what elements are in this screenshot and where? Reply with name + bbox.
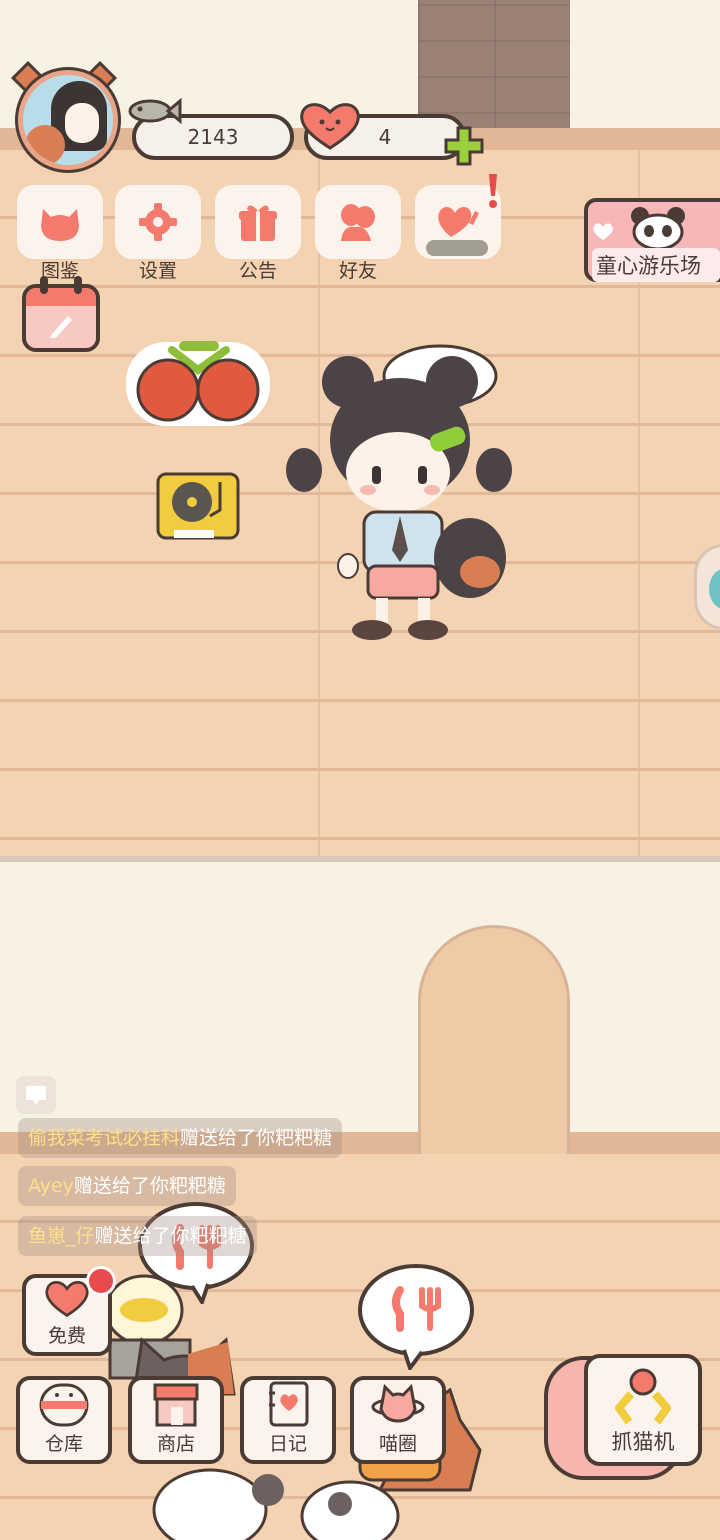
record-player-decoration[interactable] <box>154 470 242 544</box>
free-label: 免费 <box>47 1325 86 1347</box>
bottom-menu-label: 仓库 <box>44 1433 83 1455</box>
bottom-menu-label: 喵圈 <box>378 1433 417 1455</box>
menu-label-placeholder <box>426 240 488 256</box>
gear-icon <box>139 203 177 241</box>
chat-text: 赠送给了你粑粑糖 <box>180 1127 333 1149</box>
menu-friends[interactable]: 好友 <box>318 188 398 283</box>
pencil-icon <box>50 316 72 338</box>
calendar-header <box>26 288 96 306</box>
gift-icon <box>239 205 277 241</box>
claw-machine-button[interactable]: 抓猫机 <box>584 1354 702 1466</box>
fish-count-value: 2143 <box>187 125 239 149</box>
cat-head-icon <box>41 209 79 241</box>
free-notification-dot <box>86 1266 116 1296</box>
player-avatar[interactable] <box>18 70 118 170</box>
friends-icon <box>341 204 375 241</box>
menu-label: 公告 <box>238 260 277 282</box>
menu-announcement[interactable]: 公告 <box>218 188 298 283</box>
cat-circle-button[interactable]: 喵圈 <box>350 1376 446 1464</box>
menu-label: 图鉴 <box>40 260 79 282</box>
shop-button[interactable]: 商店 <box>128 1376 224 1464</box>
bottom-menu-label: 商店 <box>156 1433 195 1455</box>
heart-icon <box>300 103 360 150</box>
chat-message: 偷我菜考试必挂科赠送给了你粑粑糖 <box>18 1118 343 1158</box>
heart-count-value: 4 <box>378 125 392 149</box>
cat-planet-icon <box>371 1383 425 1423</box>
calendar-ring <box>40 276 48 294</box>
claw-machine-label: 抓猫机 <box>611 1430 675 1454</box>
menu-label: 好友 <box>338 260 377 282</box>
menu-collection[interactable]: 图鉴 <box>20 188 100 283</box>
notification-alert-icon <box>489 174 497 208</box>
warehouse-icon <box>39 1383 89 1427</box>
cherry-decoration[interactable] <box>124 330 272 428</box>
menu-label: 设置 <box>138 260 177 282</box>
diary-button[interactable]: 日记 <box>240 1376 336 1464</box>
chat-text: 赠送给了你粑粑糖 <box>73 1175 226 1197</box>
calendar-ring <box>74 276 82 294</box>
fish-icon <box>128 98 182 124</box>
chat-sender[interactable]: 鱼崽_仔 <box>28 1225 95 1247</box>
heart-decoration-icon <box>593 223 613 240</box>
chat-sender[interactable]: Ayey <box>28 1175 74 1197</box>
claw-icon <box>615 1368 671 1425</box>
chat-toggle-button[interactable] <box>16 1076 56 1114</box>
bottom-menu-label: 日记 <box>268 1433 307 1455</box>
shop-icon <box>153 1383 199 1427</box>
cat-hungry-bubble <box>358 1264 474 1370</box>
chat-text: 赠送给了你粑粑糖 <box>94 1225 247 1247</box>
add-hearts-button[interactable] <box>444 126 484 166</box>
chat-sender[interactable]: 偷我菜考试必挂科 <box>28 1127 180 1149</box>
lower-room-wall <box>0 862 720 1138</box>
sign-in-calendar-button[interactable] <box>22 276 100 352</box>
panda-icon <box>631 207 685 250</box>
event-banner-label: 童心游乐场 <box>592 248 720 282</box>
diary-icon <box>269 1381 309 1427</box>
warehouse-button[interactable]: 仓库 <box>16 1376 112 1464</box>
chat-message: 鱼崽_仔赠送给了你粑粑糖 <box>18 1216 257 1256</box>
chat-bubble-icon <box>26 1086 46 1105</box>
player-character[interactable] <box>280 340 520 646</box>
arched-doorway <box>418 925 570 1155</box>
heart-notify-icon <box>438 207 479 237</box>
menu-settings[interactable]: 设置 <box>118 188 198 283</box>
